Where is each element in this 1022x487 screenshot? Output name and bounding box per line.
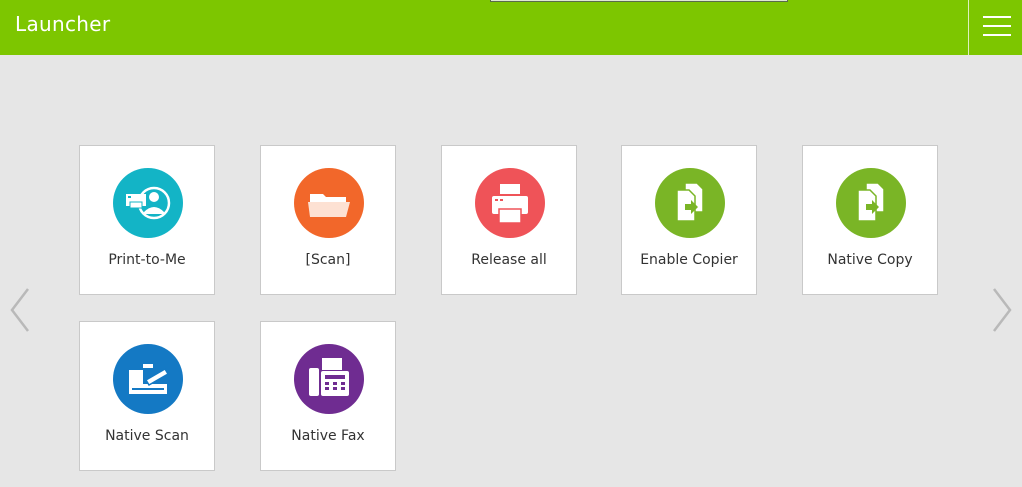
- menu-bar-icon: [983, 16, 1011, 18]
- menu-bar-icon: [983, 25, 1011, 27]
- printer-icon: [475, 168, 545, 238]
- chevron-left-icon: [10, 288, 29, 332]
- tile-label: [Scan]: [305, 252, 351, 268]
- search-field[interactable]: [490, 0, 788, 2]
- tile-scan[interactable]: [Scan]: [260, 145, 396, 295]
- copy-icon: [655, 168, 725, 238]
- tile-label: Release all: [471, 252, 547, 268]
- menu-bar-icon: [983, 34, 1011, 36]
- tile-label: Native Scan: [105, 428, 189, 444]
- folder-icon: [294, 168, 364, 238]
- previous-page-button[interactable]: [8, 285, 32, 335]
- tile-label: Print-to-Me: [108, 252, 186, 268]
- tile-label: Native Copy: [827, 252, 913, 268]
- hamburger-menu-button[interactable]: [968, 0, 1022, 55]
- tile-print-to-me[interactable]: Print-to-Me: [79, 145, 215, 295]
- scanner-icon: [113, 344, 183, 414]
- tile-label: Enable Copier: [640, 252, 738, 268]
- next-page-button[interactable]: [990, 285, 1014, 335]
- copy-icon: [836, 168, 906, 238]
- tile-native-copy[interactable]: Native Copy: [802, 145, 938, 295]
- tile-native-scan[interactable]: Native Scan: [79, 321, 215, 471]
- print-to-me-icon: [113, 168, 183, 238]
- tile-label: Native Fax: [291, 428, 365, 444]
- app-title: Launcher: [15, 12, 111, 36]
- tile-native-fax[interactable]: Native Fax: [260, 321, 396, 471]
- tile-release-all[interactable]: Release all: [441, 145, 577, 295]
- fax-icon: [294, 344, 364, 414]
- tile-enable-copier[interactable]: Enable Copier: [621, 145, 757, 295]
- chevron-right-icon: [993, 288, 1012, 332]
- header-bar: Launcher: [0, 0, 1022, 55]
